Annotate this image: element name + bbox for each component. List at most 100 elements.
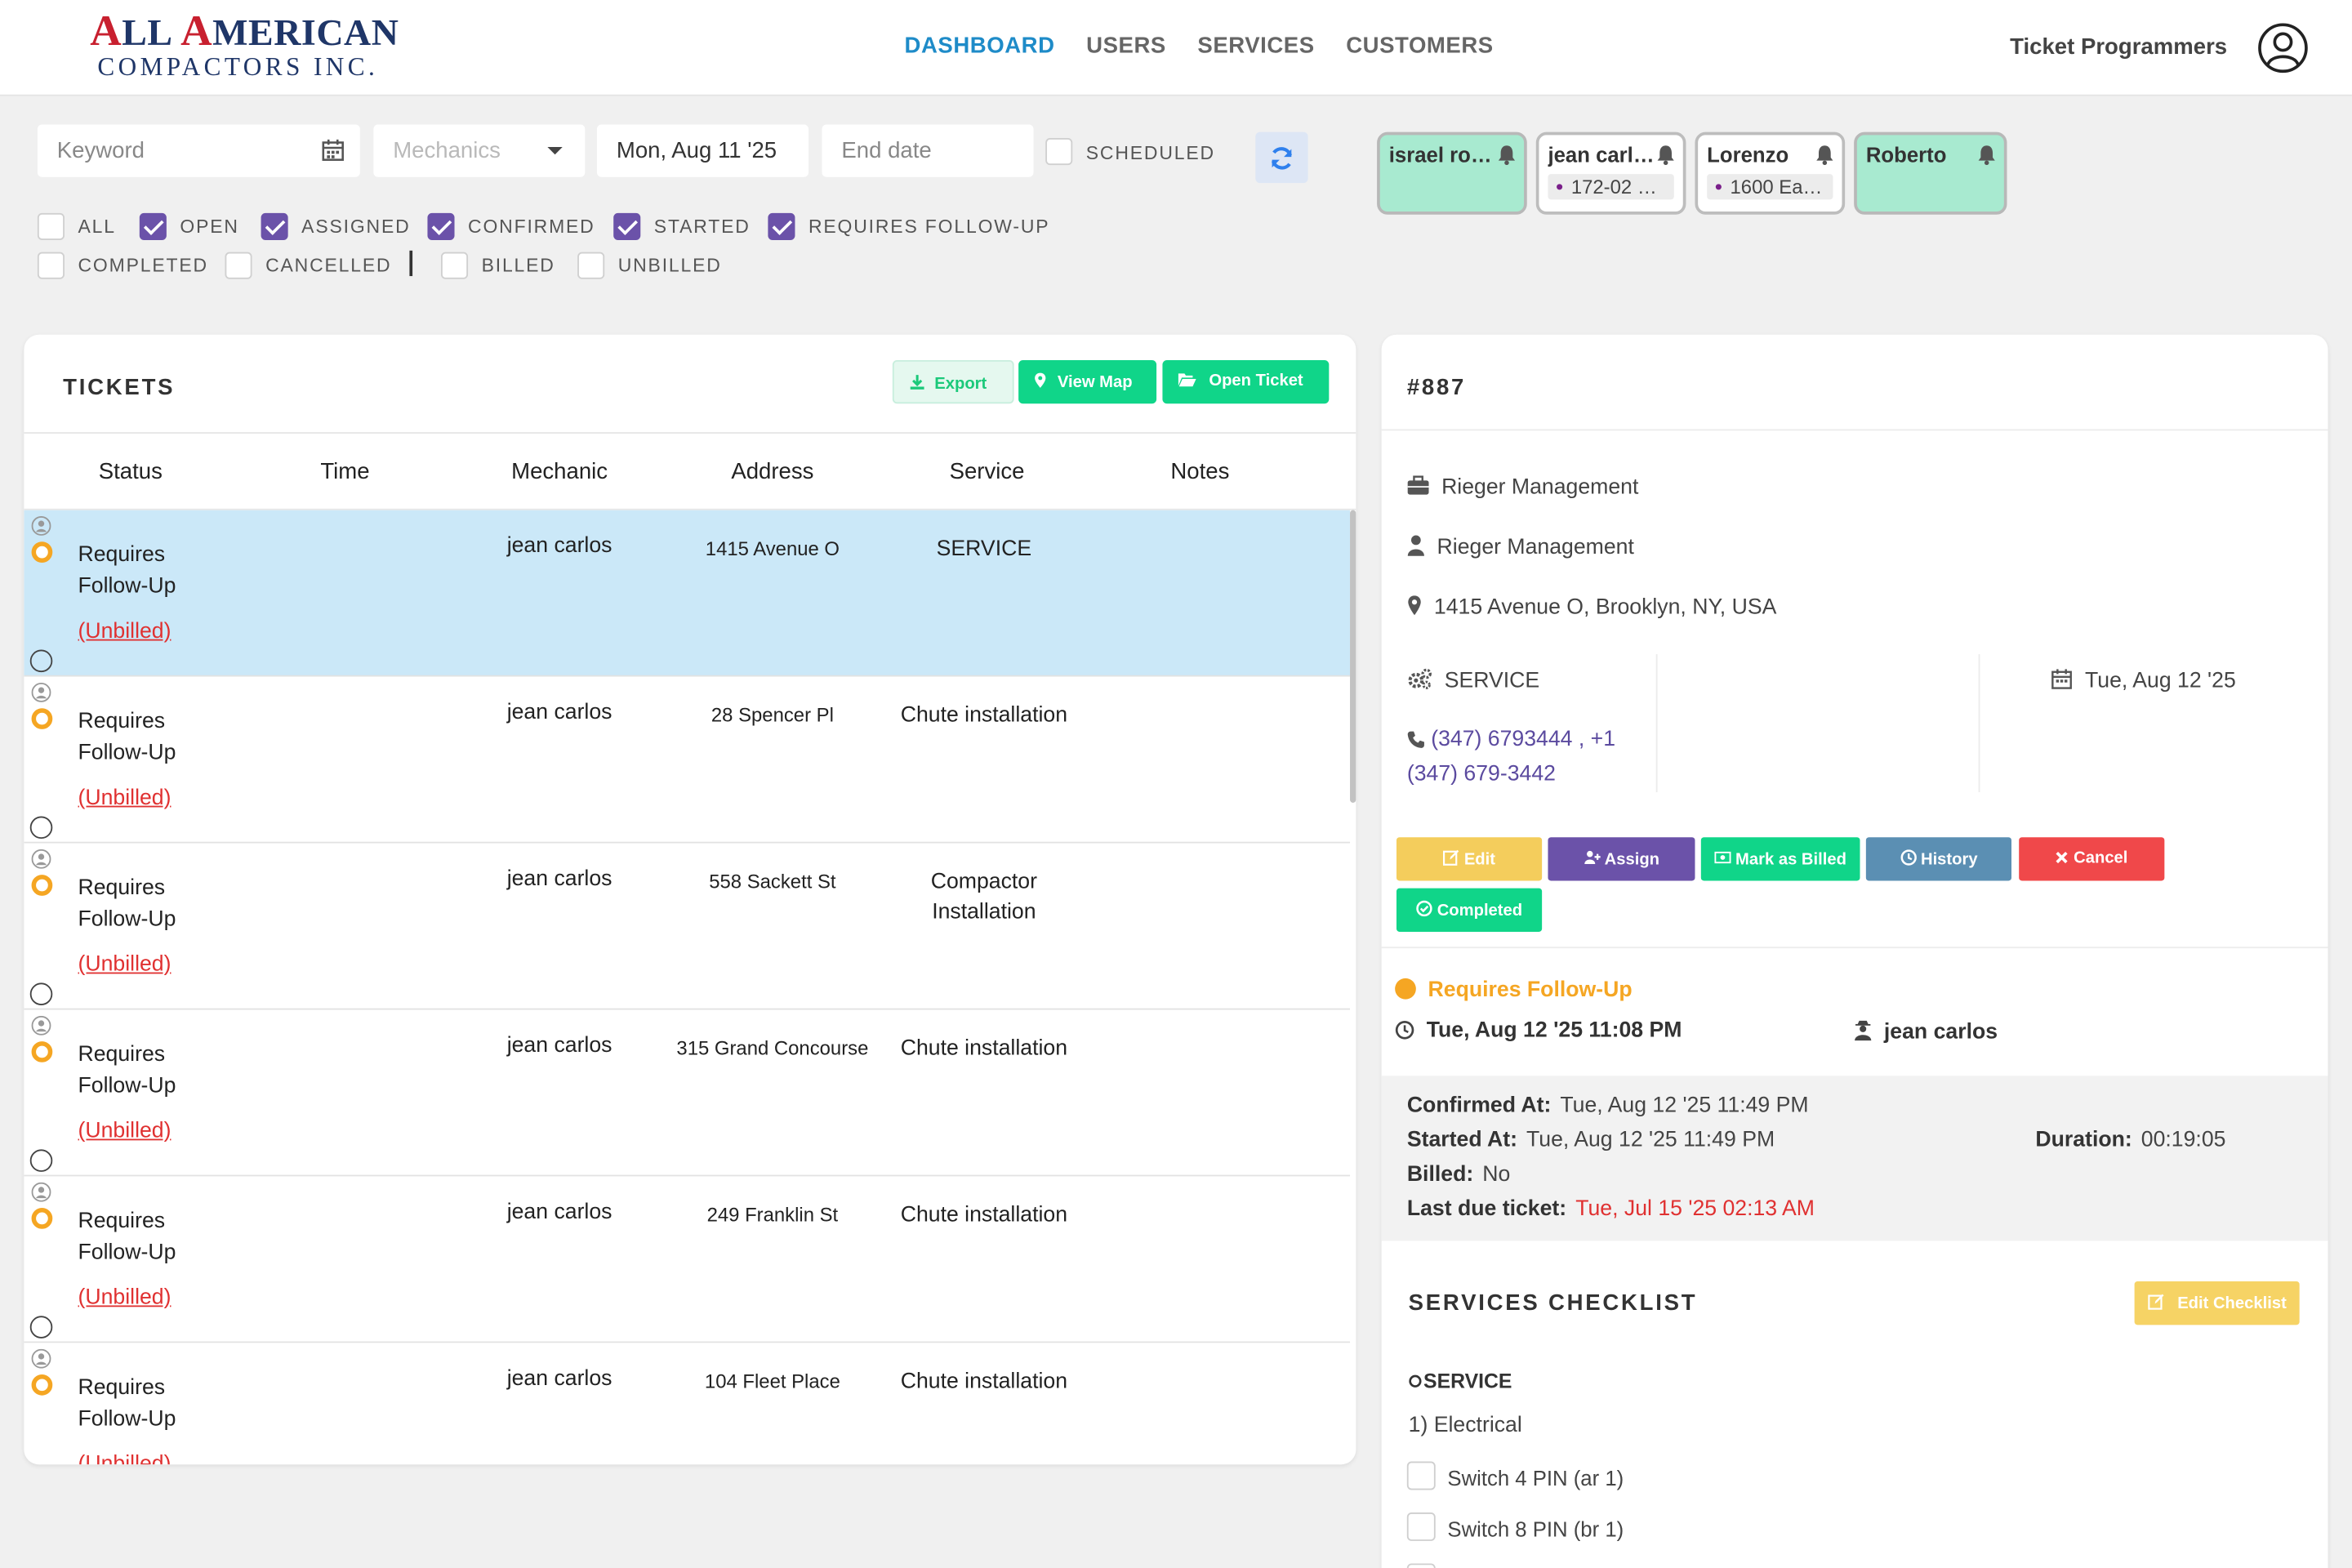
filter-billed-checkbox[interactable] [440, 252, 469, 279]
column-header-notes[interactable]: Notes [1170, 459, 1229, 484]
table-scrollbar[interactable] [1350, 510, 1356, 803]
ticket-address: 104 Fleet Place [704, 1370, 840, 1393]
billing-status-link[interactable]: (Unbilled) [78, 1120, 172, 1143]
status-text: Requires Follow-Up [1428, 978, 1633, 1003]
completed-label: Completed [1437, 902, 1523, 920]
divider [1978, 654, 1980, 793]
table-row[interactable]: Requires Follow-Up (Unbilled) jean carlos… [24, 1176, 1351, 1343]
status-line: Requires [78, 875, 166, 901]
phone-link[interactable]: (347) 6793444 [1431, 728, 1572, 751]
edit-label: Edit [1463, 850, 1495, 869]
assign-button[interactable]: Assign [1548, 837, 1695, 881]
started-label: Started At: [1406, 1128, 1517, 1153]
row-select-radio[interactable] [29, 1149, 53, 1172]
row-select-radio[interactable] [29, 1316, 53, 1339]
mechanic-name: Lorenzo [1707, 142, 1789, 167]
mark-as-billed-button[interactable]: Mark as Billed [1700, 837, 1860, 881]
view-map-button[interactable]: View Map [1018, 359, 1157, 404]
bell-icon[interactable] [1656, 144, 1676, 166]
start-date-input[interactable]: Mon, Aug 11 '25 [597, 124, 808, 177]
bell-icon[interactable] [1815, 144, 1834, 166]
completed-button[interactable]: Completed [1396, 888, 1543, 932]
status-line: Follow-Up [78, 1074, 176, 1098]
billing-status-link[interactable]: (Unbilled) [78, 1286, 172, 1310]
filter-assigned-checkbox[interactable] [261, 212, 288, 240]
billing-status-link[interactable]: (Unbilled) [78, 786, 172, 810]
mechanics-select[interactable]: Mechanics [373, 124, 586, 177]
checklist-item-checkbox[interactable] [1406, 1563, 1436, 1568]
bell-icon[interactable] [1497, 144, 1517, 166]
edit-checklist-button[interactable]: Edit Checklist [2134, 1281, 2300, 1325]
filter-assigned-label: ASSIGNED [301, 216, 411, 238]
table-row[interactable]: Requires Follow-Up (Unbilled) jean carlos… [24, 1343, 1351, 1465]
filter-started-checkbox[interactable] [613, 212, 641, 240]
open-ticket-button[interactable]: Open Ticket [1162, 359, 1330, 404]
mechanic-card[interactable]: Lorenzo 1600 East... [1695, 131, 1846, 215]
table-row[interactable]: Requires Follow-Up (Unbilled) jean carlos… [24, 1009, 1351, 1177]
refresh-button[interactable] [1255, 131, 1308, 184]
mechanic-current-address: 172-02 Hi... [1548, 174, 1674, 200]
edit-button[interactable]: Edit [1396, 837, 1543, 881]
filter-confirmed-label: CONFIRMED [468, 216, 595, 238]
mechanic-current-address: 1600 East... [1707, 174, 1833, 200]
refresh-icon [1271, 147, 1292, 170]
edit-icon [2147, 1294, 2163, 1310]
column-header-time[interactable]: Time [320, 459, 369, 484]
cancel-button[interactable]: Cancel [2019, 837, 2165, 881]
user-profile-icon[interactable] [2257, 23, 2308, 74]
user-plus-icon [1584, 850, 1601, 864]
scheduled-checkbox[interactable] [1045, 138, 1073, 166]
tickets-table-header: Status Time Mechanic Address Service Not… [24, 432, 1356, 510]
column-header-mechanic[interactable]: Mechanic [511, 459, 608, 484]
circle-icon [1409, 1374, 1422, 1388]
status-line: Follow-Up [78, 1407, 176, 1432]
filter-confirmed-checkbox[interactable] [427, 212, 455, 240]
table-row[interactable]: Requires Follow-Up (Unbilled) jean carlos… [24, 676, 1351, 844]
row-select-radio[interactable] [29, 982, 53, 1005]
mechanic-card[interactable]: israel ros... [1377, 131, 1527, 215]
column-header-service[interactable]: Service [950, 459, 1025, 484]
nav-dashboard[interactable]: DASHBOARD [905, 33, 1055, 58]
billing-status-link[interactable]: (Unbilled) [78, 620, 172, 644]
filter-follow-up-checkbox[interactable] [768, 212, 795, 240]
column-header-address[interactable]: Address [731, 459, 813, 484]
export-button[interactable]: Export [892, 359, 1014, 404]
detail-address: 1415 Avenue O, Brooklyn, NY, USA [1407, 595, 1776, 620]
billing-status-link[interactable]: (Unbilled) [78, 953, 172, 977]
ticket-mechanic: jean carlos [506, 1200, 612, 1225]
filter-all-checkbox[interactable] [37, 212, 65, 240]
filter-completed-checkbox[interactable] [37, 252, 65, 279]
nav-users[interactable]: USERS [1086, 33, 1166, 58]
phone-link-secondary[interactable]: (347) 679-3442 [1407, 762, 1556, 786]
services-checklist-title: SERVICES CHECKLIST [1408, 1290, 1698, 1316]
checklist-item-checkbox[interactable] [1406, 1512, 1436, 1541]
billed-value: No [1482, 1162, 1511, 1187]
company-logo[interactable]: ALL AMERICAN COMPACTORS INC. [90, 10, 399, 82]
ticket-mechanic: jean carlos [506, 1033, 612, 1058]
map-marker-icon [1035, 372, 1046, 388]
end-date-input[interactable]: End date [822, 124, 1034, 177]
nav-services[interactable]: SERVICES [1197, 33, 1314, 58]
mechanic-card[interactable]: Roberto [1854, 131, 2007, 215]
column-header-status[interactable]: Status [99, 459, 163, 484]
table-row[interactable]: Requires Follow-Up (Unbilled) jean carlos… [24, 843, 1351, 1010]
keyword-input[interactable]: Keyword [37, 124, 360, 177]
ticket-address: 249 Franklin St [706, 1203, 839, 1227]
row-select-radio[interactable] [29, 649, 53, 673]
mark-as-billed-label: Mark as Billed [1735, 850, 1846, 869]
row-select-radio[interactable] [29, 816, 53, 840]
table-row[interactable]: Requires Follow-Up (Unbilled) jean carlos… [24, 510, 1351, 677]
checklist-item-checkbox[interactable] [1406, 1461, 1436, 1490]
history-button[interactable]: History [1865, 837, 2012, 881]
bell-icon[interactable] [1977, 144, 1997, 166]
filter-cancelled-checkbox[interactable] [225, 252, 252, 279]
mechanic-card[interactable]: jean carlos 172-02 Hi... [1535, 131, 1686, 215]
cogs-icon [1408, 668, 1432, 689]
main-nav: DASHBOARD USERS SERVICES CUSTOMERS [905, 33, 1494, 58]
filter-unbilled-checkbox[interactable] [577, 252, 605, 279]
filter-open-checkbox[interactable] [139, 212, 167, 240]
billing-status-link[interactable]: (Unbilled) [78, 1453, 172, 1465]
user-pin-icon [31, 1348, 51, 1369]
cancel-label: Cancel [2074, 849, 2128, 867]
nav-customers[interactable]: CUSTOMERS [1346, 33, 1494, 58]
